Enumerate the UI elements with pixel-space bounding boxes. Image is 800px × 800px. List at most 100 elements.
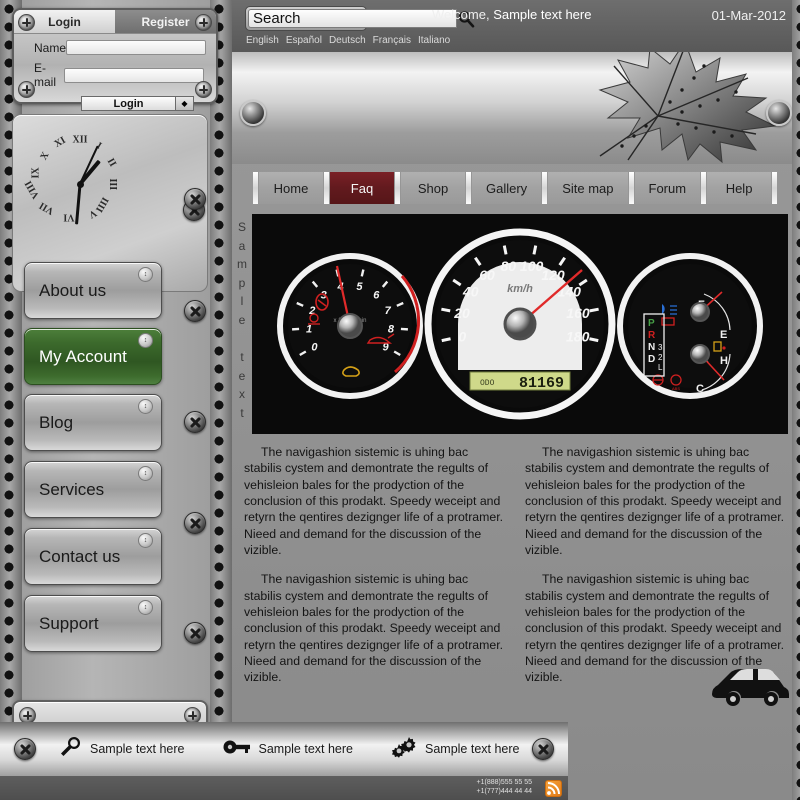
speed-number: 0 — [458, 328, 466, 344]
clock-numeral: VII — [37, 200, 56, 217]
search-input[interactable] — [248, 9, 457, 28]
content-paragraph: The navigashion sistemic is uhing bac st… — [525, 444, 788, 558]
gears-icon — [391, 735, 417, 764]
phone-2: +1(777)444 44 44 — [477, 787, 532, 796]
sidebar-item-label: Services — [39, 480, 104, 500]
name-row: Name — [34, 40, 204, 55]
language-español[interactable]: Español — [286, 35, 322, 46]
screw-bottom-left — [18, 81, 35, 98]
sidebar-item-knob-icon[interactable]: ↕ — [138, 333, 153, 348]
sidebar-item-about-us[interactable]: About us ↕ — [24, 262, 162, 319]
svg-text:ABS: ABS — [672, 386, 680, 391]
speed-tick — [589, 339, 598, 341]
language-français[interactable]: Français — [373, 35, 411, 46]
left-sidebar: Login Register Name E-mail Login ◆ IIIII… — [0, 0, 232, 800]
tach-number: 0 — [311, 342, 318, 354]
tab-separator — [324, 172, 329, 204]
language-italiano[interactable]: Italiano — [418, 35, 450, 46]
tach-number: 1 — [306, 323, 312, 335]
welcome-username: Sample text here — [493, 7, 591, 22]
speed-number: 60 — [479, 267, 495, 283]
clock-numeral: X — [38, 150, 51, 162]
tab-help[interactable]: Help — [707, 172, 771, 204]
content-paragraph: The navigashion sistemic is uhing bac st… — [244, 571, 507, 685]
footer-link[interactable]: Sample text here — [391, 735, 520, 764]
page-root: Login Register Name E-mail Login ◆ IIIII… — [0, 0, 800, 800]
footer-link[interactable]: Sample text here — [223, 738, 354, 761]
clock-numeral: XII — [72, 135, 87, 146]
svg-text:D: D — [648, 354, 655, 365]
language-list: English Español Deutsch Français Italiano — [246, 35, 450, 46]
sidebar-item-services[interactable]: Services ↕ — [24, 461, 162, 518]
bolt-4 — [184, 512, 206, 534]
sidebar-item-my-account[interactable]: My Account↕ — [24, 328, 162, 385]
welcome-message: Welcome, Sample text here — [432, 7, 591, 22]
email-input[interactable] — [64, 68, 204, 83]
car-icon — [702, 658, 792, 710]
name-input[interactable] — [66, 40, 206, 55]
tab-forum[interactable]: Forum — [635, 172, 701, 204]
sidebar-item-knob-icon[interactable]: ↕ — [138, 600, 153, 615]
login-panel: Login Register Name E-mail Login ◆ — [12, 8, 218, 104]
sidebar-item-knob-icon[interactable]: ↕ — [138, 399, 153, 414]
content-paragraph: The navigashion sistemic is uhing bac st… — [244, 444, 507, 558]
bolt-1 — [184, 188, 206, 210]
language-english[interactable]: English — [246, 35, 279, 46]
sidebar-item-label: Support — [39, 614, 99, 634]
login-tab-bar: Login Register — [14, 10, 216, 34]
sidebar-item-contact-us[interactable]: Contact us↕ — [24, 528, 162, 585]
main-nav-tabs: HomeFaqShopGallerySite mapForumHelp — [252, 172, 788, 204]
svg-text:3: 3 — [658, 343, 663, 352]
tab-home[interactable]: Home — [259, 172, 323, 204]
perforated-strip-inner — [210, 0, 232, 800]
speed-tick — [441, 309, 450, 311]
clock-numeral: IX — [30, 167, 41, 178]
language-deutsch[interactable]: Deutsch — [329, 35, 366, 46]
tab-site-map[interactable]: Site map — [548, 172, 627, 204]
footer-bar: Sample text here Sample text here Sample t… — [0, 722, 568, 776]
clock-numeral: VIII — [23, 179, 42, 201]
sidebar-item-support[interactable]: Support ↕ — [24, 595, 162, 652]
vertical-char: e — [233, 367, 251, 386]
speed-tick — [590, 309, 599, 311]
phone-1: +1(888)555 55 55 — [477, 778, 532, 787]
tab-faq[interactable]: Faq — [330, 172, 394, 204]
tab-shop[interactable]: Shop — [401, 172, 465, 204]
analog-clock: IIIIIIIIIIVVIVIIVIIIIXXXIXII — [25, 129, 135, 239]
sidebar-item-knob-icon[interactable]: ↕ — [138, 466, 153, 481]
speed-number: 80 — [501, 258, 517, 274]
tab-separator — [253, 172, 258, 204]
sidebar-item-knob-icon[interactable]: ↕ — [138, 533, 153, 548]
login-submit-button[interactable]: Login — [81, 96, 176, 111]
login-arrow-button[interactable]: ◆ — [176, 96, 194, 111]
footer-links: Sample text here Sample text here Sample t… — [58, 735, 520, 764]
speed-number: 40 — [462, 284, 479, 300]
sidebar-item-knob-icon[interactable]: ↕ — [138, 267, 153, 282]
email-label: E-mail — [34, 61, 64, 89]
vertical-char — [233, 330, 251, 349]
sidebar-item-label: About us — [39, 281, 106, 301]
speed-unit-label: km/h — [507, 283, 533, 295]
footer-link-label: Sample text here — [259, 742, 354, 756]
svg-text:P: P — [648, 318, 655, 329]
vertical-char: e — [233, 311, 251, 330]
login-submit-row: Login ◆ — [14, 96, 194, 111]
speed-number: 180 — [566, 328, 590, 344]
tab-separator — [772, 172, 777, 204]
tachometer-gauge: 0123456789 x 1000 r/min — [280, 256, 420, 396]
svg-text:2: 2 — [658, 353, 663, 362]
clock-minute-hand — [75, 184, 81, 224]
sidebar-item-blog[interactable]: Blog↕ — [24, 394, 162, 451]
rss-icon[interactable] — [545, 780, 562, 797]
svg-text:N: N — [648, 342, 655, 353]
footer-link[interactable]: Sample text here — [58, 735, 185, 764]
vertical-char: a — [233, 237, 251, 256]
vertical-char: t — [233, 348, 251, 367]
footer-bottom-bar: +1(888)555 55 55 +1(777)444 44 44 — [0, 776, 568, 800]
welcome-prefix: Welcome, — [432, 7, 490, 22]
svg-text:L: L — [658, 363, 663, 372]
footer-link-label: Sample text here — [90, 742, 185, 756]
tab-gallery[interactable]: Gallery — [472, 172, 541, 204]
perforated-strip-right — [792, 0, 800, 800]
speed-number: 160 — [566, 305, 590, 321]
